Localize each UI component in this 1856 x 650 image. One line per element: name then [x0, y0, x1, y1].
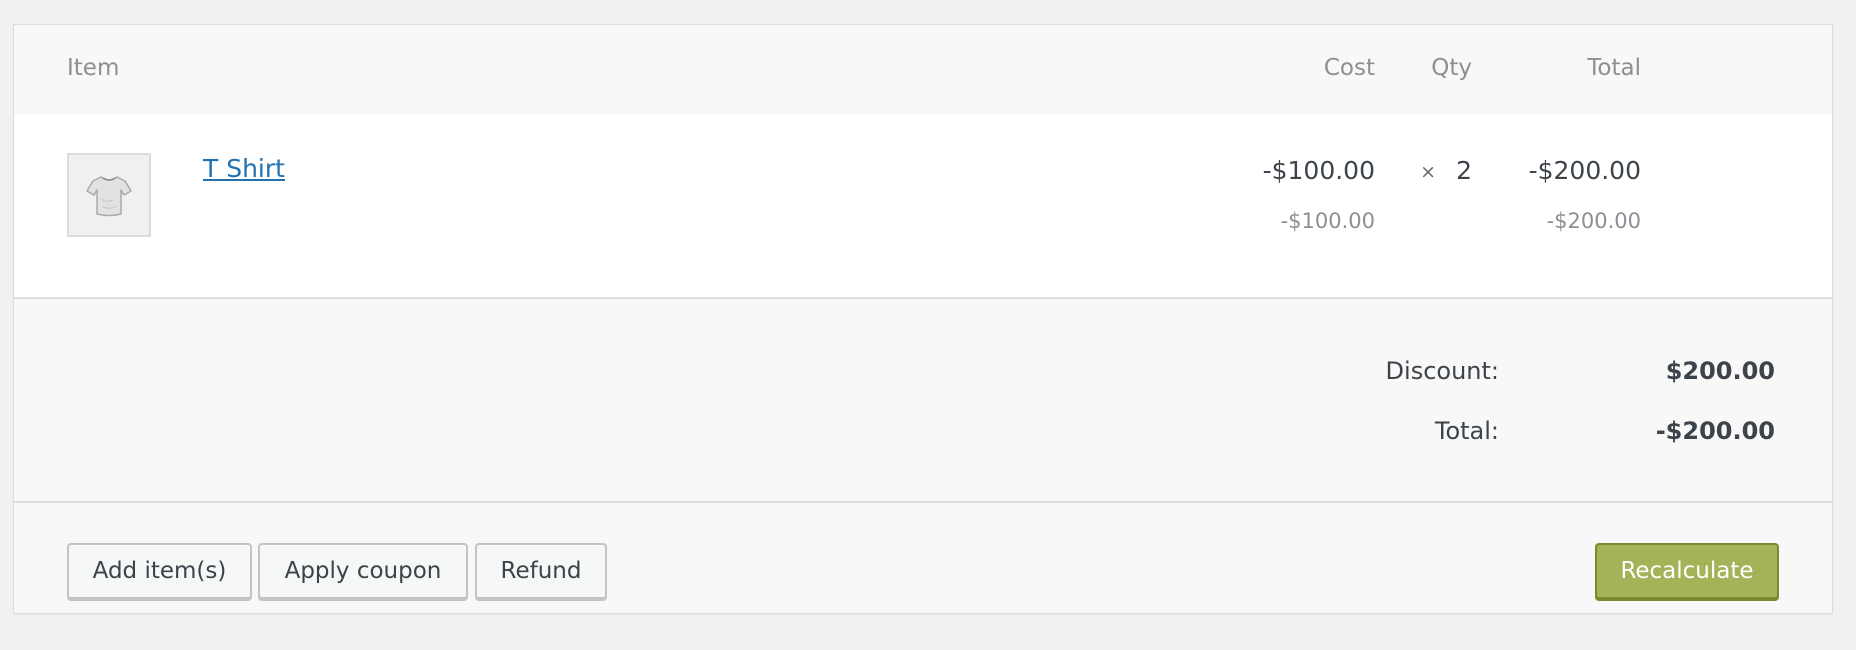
- item-cost-subtotal: -$100.00: [1280, 209, 1375, 233]
- product-name-link[interactable]: T Shirt: [203, 156, 285, 181]
- header-item: Item: [67, 55, 120, 81]
- order-totals: Discount: $200.00 Total: -$200.00: [14, 299, 1832, 503]
- item-total: -$200.00: [1528, 156, 1641, 185]
- t-shirt-icon: [86, 176, 132, 217]
- order-actions: Add item(s) Apply coupon Refund Recalcul…: [14, 503, 1832, 613]
- order-items-panel: Item Cost Qty Total T Shirt -$100.00 -$1…: [13, 24, 1833, 614]
- header-cost: Cost: [1323, 55, 1375, 81]
- item-quantity: 2: [1456, 156, 1472, 185]
- add-items-button[interactable]: Add item(s): [67, 543, 252, 599]
- order-total-value: -$200.00: [1655, 417, 1775, 445]
- table-row: T Shirt -$100.00 -$100.00 × 2 -$200.00 -…: [14, 115, 1832, 299]
- discount-value: $200.00: [1665, 357, 1775, 385]
- item-total-subtotal: -$200.00: [1546, 209, 1641, 233]
- times-icon: ×: [1420, 161, 1436, 183]
- header-qty: Qty: [1431, 55, 1472, 81]
- refund-button[interactable]: Refund: [475, 543, 607, 599]
- recalculate-button[interactable]: Recalculate: [1595, 543, 1779, 599]
- header-total: Total: [1587, 55, 1641, 81]
- product-thumbnail[interactable]: [67, 153, 151, 237]
- apply-coupon-button[interactable]: Apply coupon: [258, 543, 468, 599]
- item-cost: -$100.00: [1262, 156, 1375, 185]
- order-total-label: Total:: [1434, 417, 1499, 445]
- discount-label: Discount:: [1385, 357, 1499, 385]
- items-table-header: Item Cost Qty Total: [14, 25, 1832, 115]
